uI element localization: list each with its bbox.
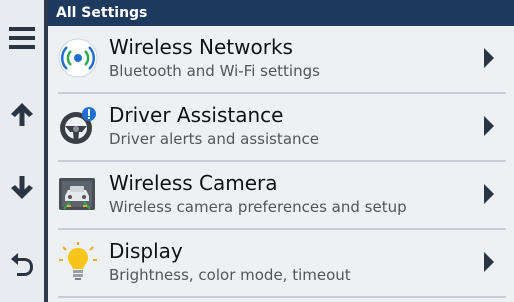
lightbulb-icon: [58, 242, 98, 282]
settings-item-title: Driver Assistance: [109, 103, 284, 127]
divider: [58, 296, 506, 298]
scroll-down-button[interactable]: [0, 164, 44, 212]
back-icon: [9, 251, 35, 277]
menu-icon: [9, 27, 35, 49]
settings-item-subtitle: Brightness, color mode, timeout: [109, 266, 351, 284]
chevron-right-icon: [484, 184, 494, 204]
header-bar: All Settings: [48, 0, 514, 26]
steering-wheel-icon: [58, 106, 98, 146]
settings-item-subtitle: Wireless camera preferences and setup: [109, 198, 407, 216]
settings-item-title: Wireless Camera: [109, 171, 278, 195]
menu-button[interactable]: [0, 14, 44, 62]
settings-item-title: Wireless Networks: [109, 35, 293, 59]
arrow-up-icon: [9, 101, 35, 127]
page-title: All Settings: [56, 5, 148, 21]
chevron-right-icon: [484, 48, 494, 68]
scroll-up-button[interactable]: [0, 90, 44, 138]
settings-item-wireless-camera[interactable]: Wireless Camera Wireless camera preferen…: [48, 162, 514, 228]
chevron-right-icon: [484, 116, 494, 136]
camera-icon: [58, 174, 98, 214]
settings-item-subtitle: Driver alerts and assistance: [109, 130, 319, 148]
back-button[interactable]: [0, 240, 44, 288]
arrow-down-icon: [9, 175, 35, 201]
settings-item-driver-assistance[interactable]: Driver Assistance Driver alerts and assi…: [48, 94, 514, 160]
settings-item-wireless-networks[interactable]: Wireless Networks Bluetooth and Wi-Fi se…: [48, 26, 514, 92]
sidebar: [0, 0, 44, 302]
settings-list: Wireless Networks Bluetooth and Wi-Fi se…: [48, 26, 514, 302]
settings-item-title: Display: [109, 239, 183, 263]
settings-item-subtitle: Bluetooth and Wi-Fi settings: [109, 62, 320, 80]
settings-item-display[interactable]: Display Brightness, color mode, timeout: [48, 230, 514, 296]
chevron-right-icon: [484, 252, 494, 272]
wireless-icon: [58, 38, 98, 78]
